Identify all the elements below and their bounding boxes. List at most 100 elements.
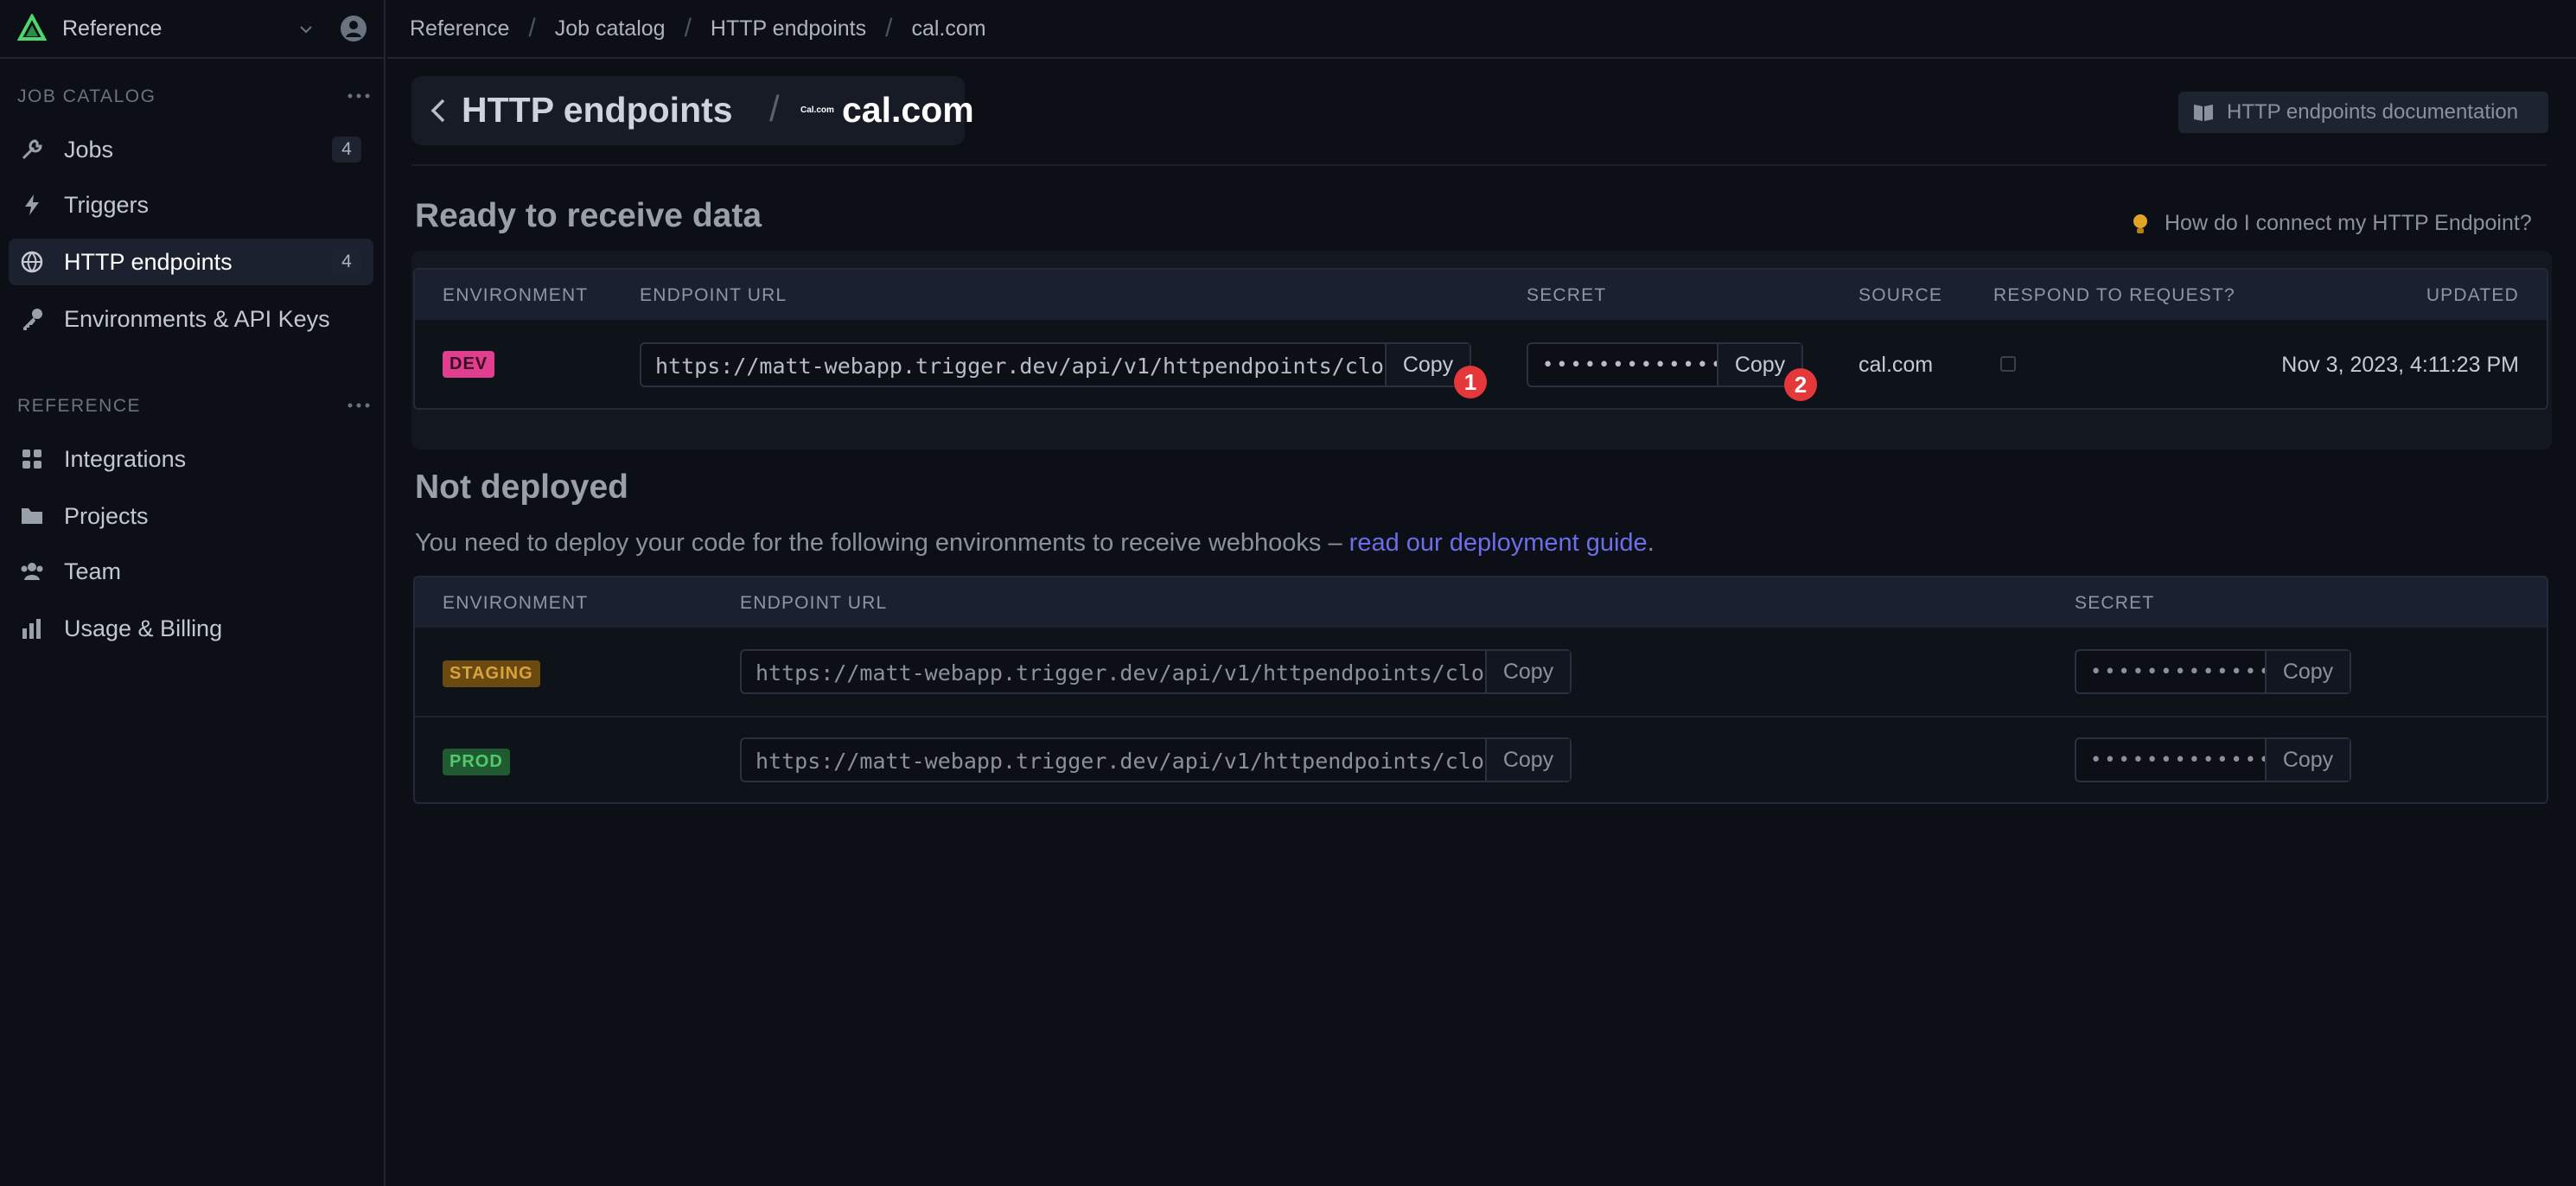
deploy-message: You need to deploy your code for the fol… xyxy=(415,529,1655,558)
account-icon[interactable] xyxy=(339,14,368,43)
endpoint-url-value[interactable]: https://matt-webapp.trigger.dev/api/v1/h… xyxy=(742,651,1485,692)
ready-panel: ENVIRONMENT ENDPOINT URL SECRET SOURCE R… xyxy=(411,251,2552,450)
breadcrumb: Reference / Job catalog / HTTP endpoints… xyxy=(387,0,2576,59)
folder-icon xyxy=(19,503,45,529)
ready-heading: Ready to receive data xyxy=(415,197,762,234)
secret-value: ••••••••••••• xyxy=(2090,661,2265,683)
endpoint-url-value[interactable]: https://matt-webapp.trigger.dev/api/v1/h… xyxy=(641,344,1385,386)
not-deployed-heading: Not deployed xyxy=(415,469,629,506)
documentation-button[interactable]: HTTP endpoints documentation xyxy=(2178,92,2548,133)
updated-value: Nov 3, 2023, 4:11:23 PM xyxy=(2281,353,2519,377)
env-badge-dev: DEV xyxy=(443,351,495,378)
sidebar-item-label: Triggers xyxy=(64,191,150,218)
deploy-text: You need to deploy your code for the fol… xyxy=(415,529,1349,557)
deploy-end: . xyxy=(1647,529,1655,557)
sidebar-item-jobs[interactable]: Jobs 4 xyxy=(9,126,373,173)
marker-1: 1 xyxy=(1454,366,1487,399)
table-row: PROD https://matt-webapp.trigger.dev/api… xyxy=(415,717,2547,802)
secret-value: ••••••••••••• xyxy=(2090,749,2265,771)
help-link[interactable]: How do I connect my HTTP Endpoint? xyxy=(2128,211,2532,236)
endpoint-url-field[interactable]: https://matt-webapp.trigger.dev/api/v1/h… xyxy=(740,649,1572,694)
title-separator: / xyxy=(769,88,780,129)
sidebar-item-projects[interactable]: Projects xyxy=(9,493,373,539)
sidebar-item-label: Integrations xyxy=(64,445,187,472)
grid-icon xyxy=(19,446,45,472)
sidebar-item-team[interactable]: Team xyxy=(9,548,373,595)
column-header: ENVIRONMENT xyxy=(443,285,589,305)
breadcrumb-item[interactable]: Job catalog xyxy=(555,16,666,41)
breadcrumb-item[interactable]: cal.com xyxy=(911,16,985,41)
breadcrumb-separator: / xyxy=(528,14,536,42)
breadcrumb-item[interactable]: Reference xyxy=(410,16,509,41)
bar-chart-icon xyxy=(19,615,45,641)
team-icon xyxy=(19,558,45,584)
chevron-down-icon[interactable] xyxy=(296,19,316,40)
source-title: cal.com xyxy=(842,90,974,130)
env-badge-prod: PROD xyxy=(443,749,510,775)
respond-checkbox[interactable] xyxy=(2000,356,2016,372)
workspace-name: Reference xyxy=(62,16,163,41)
marker-2: 2 xyxy=(1784,368,1817,401)
breadcrumb-separator: / xyxy=(684,14,692,42)
not-deployed-table: ENVIRONMENT ENDPOINT URL SECRET STAGING … xyxy=(413,576,2548,804)
documentation-label: HTTP endpoints documentation xyxy=(2227,100,2519,124)
sidebar-item-environments[interactable]: Environments & API Keys xyxy=(9,296,373,342)
endpoint-url-field[interactable]: https://matt-webapp.trigger.dev/api/v1/h… xyxy=(740,737,1572,782)
sidebar-item-label: Team xyxy=(64,558,122,584)
table-header: ENVIRONMENT ENDPOINT URL SECRET SOURCE R… xyxy=(415,270,2547,320)
sidebar-item-label: HTTP endpoints xyxy=(64,248,233,275)
column-header: ENDPOINT URL xyxy=(740,593,888,613)
column-header: ENDPOINT URL xyxy=(640,285,787,305)
table-row: STAGING https://matt-webapp.trigger.dev/… xyxy=(415,628,2547,716)
lightbulb-icon xyxy=(2133,214,2147,233)
sidebar-item-label: Environments & API Keys xyxy=(64,305,330,332)
calcom-logo: Cal.com xyxy=(800,105,834,115)
workspace-switcher[interactable]: Reference xyxy=(0,0,386,59)
column-header: UPDATED xyxy=(2426,285,2519,305)
key-icon xyxy=(19,306,45,332)
deployment-guide-link[interactable]: read our deployment guide xyxy=(1349,529,1648,557)
chevron-left-icon[interactable] xyxy=(424,95,455,126)
sidebar: Reference JOB CATALOG Jobs 4 Triggers HT… xyxy=(0,0,386,1186)
source-value: cal.com xyxy=(1859,353,1934,377)
http-endpoints-count-badge: 4 xyxy=(332,249,361,275)
section-reference: REFERENCE xyxy=(17,396,142,416)
column-header: SOURCE xyxy=(1859,285,1943,305)
env-badge-staging: STAGING xyxy=(443,660,540,687)
copy-secret-button[interactable]: Copy xyxy=(2265,651,2350,692)
wrench-icon xyxy=(19,137,45,163)
main-content: Reference / Job catalog / HTTP endpoints… xyxy=(387,0,2576,1186)
endpoint-url-field[interactable]: https://matt-webapp.trigger.dev/api/v1/h… xyxy=(640,342,1471,387)
secret-field[interactable]: ••••••••••••• Copy xyxy=(2075,737,2351,782)
endpoint-url-value[interactable]: https://matt-webapp.trigger.dev/api/v1/h… xyxy=(742,739,1485,781)
table-header: ENVIRONMENT ENDPOINT URL SECRET xyxy=(415,577,2547,628)
sidebar-item-http-endpoints[interactable]: HTTP endpoints 4 xyxy=(9,239,373,285)
copy-url-button[interactable]: Copy xyxy=(1485,739,1570,781)
bolt-icon xyxy=(19,192,45,218)
breadcrumb-item[interactable]: HTTP endpoints xyxy=(711,16,866,41)
secret-field[interactable]: ••••••••••••• Copy xyxy=(2075,649,2351,694)
section-job-catalog: JOB CATALOG xyxy=(17,86,156,106)
sidebar-item-triggers[interactable]: Triggers xyxy=(9,182,373,228)
secret-field[interactable]: ••••••••••••• Copy xyxy=(1527,342,1803,387)
copy-url-button[interactable]: Copy xyxy=(1485,651,1570,692)
more-icon[interactable] xyxy=(346,401,372,410)
sidebar-item-integrations[interactable]: Integrations xyxy=(9,436,373,482)
help-text: How do I connect my HTTP Endpoint? xyxy=(2165,211,2532,235)
column-header: SECRET xyxy=(1527,285,1607,305)
secret-value: ••••••••••••• xyxy=(1542,354,1717,376)
column-header: RESPOND TO REQUEST? xyxy=(1993,285,2235,305)
jobs-count-badge: 4 xyxy=(332,137,361,163)
copy-secret-button[interactable]: Copy xyxy=(2265,739,2350,781)
breadcrumb-separator: / xyxy=(885,14,893,42)
table-row: DEV https://matt-webapp.trigger.dev/api/… xyxy=(415,320,2547,408)
sidebar-item-label: Projects xyxy=(64,502,149,529)
divider xyxy=(411,164,2547,166)
column-header: SECRET xyxy=(2075,593,2155,613)
book-icon xyxy=(2194,105,2213,121)
more-icon[interactable] xyxy=(346,92,372,100)
app-root: Reference JOB CATALOG Jobs 4 Triggers HT… xyxy=(0,0,2576,1186)
sidebar-item-usage-billing[interactable]: Usage & Billing xyxy=(9,605,373,652)
page-title-text[interactable]: HTTP endpoints xyxy=(462,90,733,131)
page-title: HTTP endpoints / Cal.com cal.com xyxy=(411,76,974,145)
